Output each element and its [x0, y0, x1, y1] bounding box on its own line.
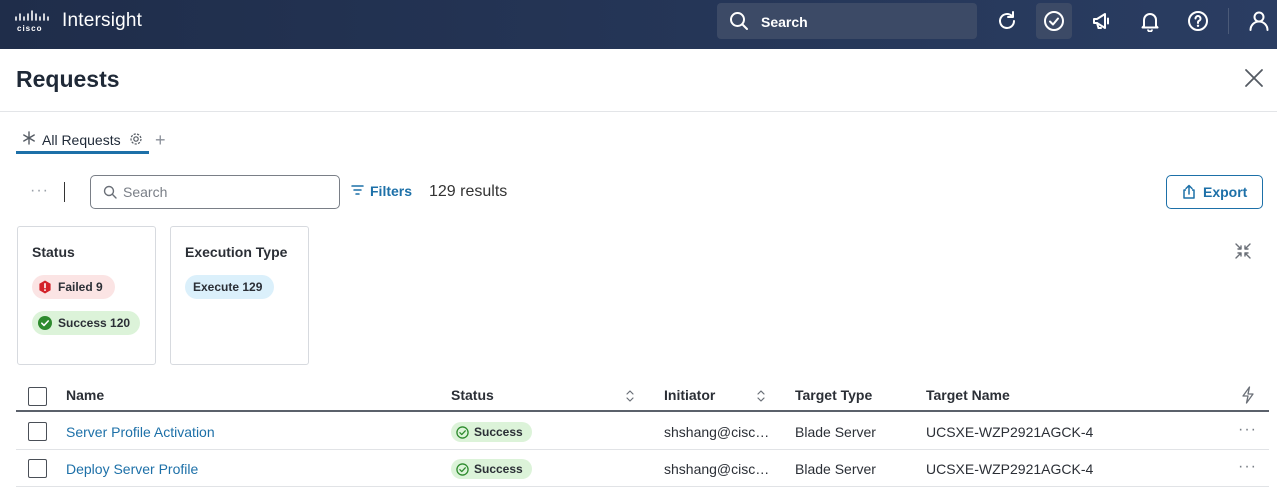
- search-icon: [730, 12, 748, 30]
- page-title: Requests: [16, 66, 120, 92]
- target-name-cell: UCSXE-WZP2921AGCK-4: [926, 424, 1094, 440]
- filter-icon: [351, 185, 364, 195]
- status-summary-card: Status Failed 9 Success 120: [17, 226, 156, 365]
- global-search[interactable]: Search: [717, 3, 977, 39]
- column-header-target-name[interactable]: Target Name: [926, 387, 1010, 403]
- asterisk-icon: [23, 131, 35, 145]
- global-search-label: Search: [761, 14, 808, 30]
- table-header: Name Status Initiator Target Type Target…: [16, 380, 1269, 412]
- column-header-status[interactable]: Status: [451, 387, 494, 403]
- sort-icon[interactable]: [626, 389, 634, 403]
- table-row[interactable]: Deploy Server Profile Success shshang@ci…: [16, 450, 1269, 487]
- lightning-icon[interactable]: [1241, 386, 1255, 404]
- column-header-name[interactable]: Name: [66, 387, 104, 403]
- initiator-cell: shshang@cisco.com: [664, 424, 774, 440]
- cisco-logo: cisco: [15, 10, 49, 33]
- card-title: Status: [32, 244, 75, 260]
- card-title: Execution Type: [185, 244, 288, 260]
- tab-all-requests[interactable]: All Requests: [16, 128, 149, 154]
- failed-icon: [39, 280, 51, 294]
- failed-filter-pill[interactable]: Failed 9: [32, 275, 115, 299]
- announcements-button[interactable]: [1084, 3, 1120, 39]
- success-icon: [456, 425, 469, 439]
- svg-text:cisco: cisco: [17, 24, 42, 33]
- table-search[interactable]: [90, 175, 340, 209]
- results-count: 129 results: [429, 183, 508, 200]
- sort-icon[interactable]: [757, 389, 765, 403]
- search-icon: [103, 185, 117, 199]
- pill-label: Execute 129: [193, 280, 263, 294]
- export-label: Export: [1203, 184, 1248, 200]
- search-input[interactable]: [123, 183, 323, 201]
- pill-label: Success 120: [58, 316, 131, 330]
- refresh-button[interactable]: [989, 3, 1025, 39]
- user-icon: [1249, 11, 1269, 31]
- execute-filter-pill[interactable]: Execute 129: [185, 275, 274, 299]
- select-all-checkbox[interactable]: [28, 387, 47, 406]
- more-options-icon[interactable]: ···: [30, 182, 49, 200]
- header-divider: [0, 111, 1277, 112]
- collapse-icon[interactable]: [1234, 242, 1252, 260]
- status-text: Success: [474, 462, 523, 476]
- pill-label: Failed 9: [58, 280, 103, 294]
- help-button[interactable]: [1180, 3, 1216, 39]
- success-icon: [456, 462, 469, 476]
- row-checkbox[interactable]: [28, 422, 47, 441]
- initiator-cell: shshang@cisco.com: [664, 461, 774, 477]
- row-checkbox[interactable]: [28, 459, 47, 478]
- target-type-cell: Blade Server: [795, 424, 876, 440]
- column-header-target-type[interactable]: Target Type: [795, 387, 872, 403]
- notifications-button[interactable]: [1132, 3, 1168, 39]
- target-name-cell: UCSXE-WZP2921AGCK-4: [926, 461, 1094, 477]
- top-bar: cisco Intersight Search: [0, 0, 1277, 49]
- requests-check-icon: [1044, 11, 1064, 31]
- filters-label: Filters: [370, 183, 413, 199]
- topbar-divider: [1228, 8, 1229, 34]
- request-name-link[interactable]: Deploy Server Profile: [66, 461, 198, 477]
- export-icon: [1183, 184, 1195, 199]
- add-tab-icon[interactable]: +: [155, 130, 166, 151]
- close-icon[interactable]: [1242, 66, 1266, 90]
- help-icon: [1188, 11, 1208, 31]
- announcement-icon: [1093, 13, 1109, 29]
- status-badge: Success: [451, 459, 532, 479]
- notifications-bell-icon: [1141, 13, 1159, 32]
- table-row[interactable]: Server Profile Activation Success shshan…: [16, 413, 1269, 450]
- status-badge: Success: [451, 422, 532, 442]
- execution-type-summary-card: Execution Type Execute 129: [170, 226, 309, 365]
- column-header-initiator[interactable]: Initiator: [664, 387, 715, 403]
- request-name-link[interactable]: Server Profile Activation: [66, 424, 215, 440]
- refresh-icon: [999, 11, 1015, 29]
- app-name[interactable]: Intersight: [62, 10, 142, 32]
- status-text: Success: [474, 425, 523, 439]
- row-actions-icon[interactable]: ···: [1238, 458, 1257, 476]
- tab-label: All Requests: [42, 132, 121, 148]
- gear-icon[interactable]: [129, 132, 143, 146]
- success-icon: [38, 316, 52, 330]
- user-menu-button[interactable]: [1241, 3, 1277, 39]
- target-type-cell: Blade Server: [795, 461, 876, 477]
- export-button[interactable]: Export: [1166, 175, 1263, 209]
- requests-button[interactable]: [1036, 3, 1072, 39]
- toolbar-divider: [64, 182, 65, 202]
- success-filter-pill[interactable]: Success 120: [32, 311, 140, 335]
- row-actions-icon[interactable]: ···: [1238, 421, 1257, 439]
